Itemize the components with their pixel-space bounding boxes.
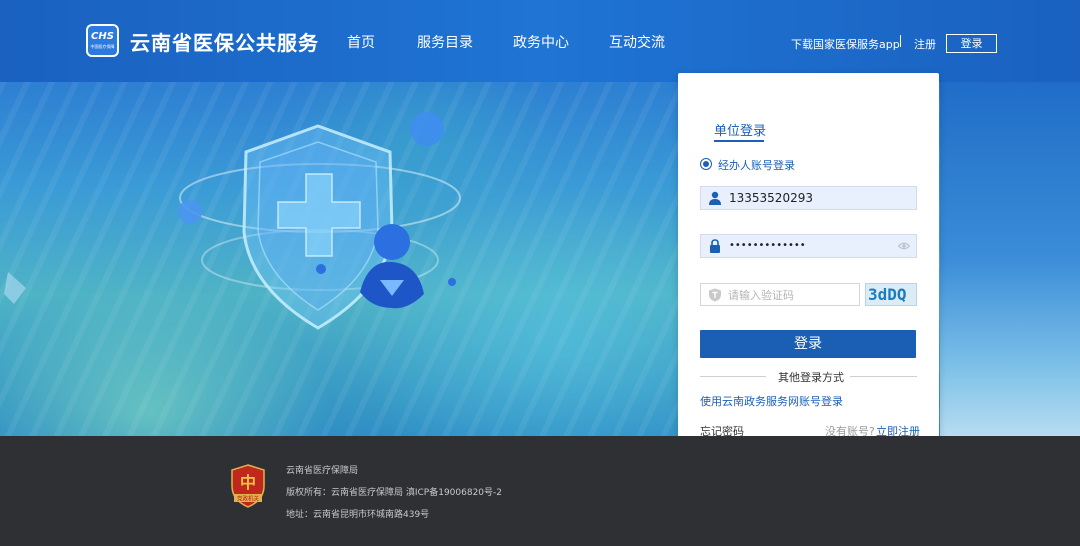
agent-account-radio-label[interactable]: 经办人账号登录 (718, 157, 795, 173)
shield-icon (709, 288, 721, 302)
nav-home[interactable]: 首页 (347, 32, 375, 52)
account-field[interactable]: 13353520293 (700, 186, 917, 210)
password-field[interactable]: ••••••••••••• (700, 234, 917, 258)
footer-copyright: 版权所有：云南省医疗保障局 滇ICP备19006820号-2 (286, 488, 503, 498)
tab-unit-login[interactable]: 单位登录 (714, 120, 766, 139)
login-card: 单位登录 经办人账号登录 13353520293 ••••••••••••• 3… (678, 73, 939, 442)
agent-account-radio[interactable] (700, 158, 712, 170)
divider-left (700, 376, 766, 377)
header-register-link[interactable]: 注册 (914, 36, 936, 52)
download-app-link[interactable]: 下载国家医保服务app (791, 36, 900, 52)
header-login-button[interactable]: 登录 (946, 34, 997, 53)
show-password-eye-icon[interactable] (898, 240, 910, 252)
user-icon (709, 191, 721, 205)
captcha-image-text: 3dDQ (868, 285, 907, 304)
top-header: CHS 中国医疗保障 云南省医保公共服务 首页 服务目录 政务中心 互动交流 下… (0, 0, 1080, 82)
site-title[interactable]: 云南省医保公共服务 (130, 27, 319, 56)
login-submit-button[interactable]: 登录 (700, 330, 916, 358)
badge-text: 党政机关 (237, 495, 260, 503)
nav-service-catalog[interactable]: 服务目录 (417, 32, 473, 52)
logo-subtext: 中国医疗保障 (90, 44, 115, 49)
page-footer: 中 党政机关 云南省医疗保障局 版权所有：云南省医疗保障局 滇ICP备19006… (0, 436, 1080, 546)
medical-shield-illustration (4, 112, 461, 330)
svg-text:中: 中 (240, 473, 256, 492)
party-government-badge-icon[interactable]: 中 党政机关 (230, 464, 266, 508)
divider-right (850, 376, 917, 377)
lock-icon (710, 239, 720, 253)
account-value: 13353520293 (729, 191, 813, 205)
captcha-input[interactable] (728, 287, 856, 303)
chs-logo[interactable]: CHS 中国医疗保障 (86, 24, 119, 57)
gov-service-login-link[interactable]: 使用云南政务服务网账号登录 (700, 393, 843, 409)
footer-org-name: 云南省医疗保障局 (286, 466, 359, 476)
logo-text: CHS (91, 31, 114, 42)
tab-active-indicator (714, 140, 764, 142)
captcha-image[interactable]: 3dDQ (865, 283, 917, 306)
footer-address: 地址：云南省昆明市环城南路439号 (286, 510, 430, 520)
nav-government-center[interactable]: 政务中心 (513, 32, 569, 52)
captcha-field[interactable] (700, 283, 860, 306)
hero-side-gradient (940, 82, 1080, 436)
header-separator (900, 35, 901, 47)
password-value: ••••••••••••• (729, 240, 806, 251)
nav-interaction[interactable]: 互动交流 (609, 32, 665, 52)
other-login-methods-label: 其他登录方式 (778, 371, 844, 384)
